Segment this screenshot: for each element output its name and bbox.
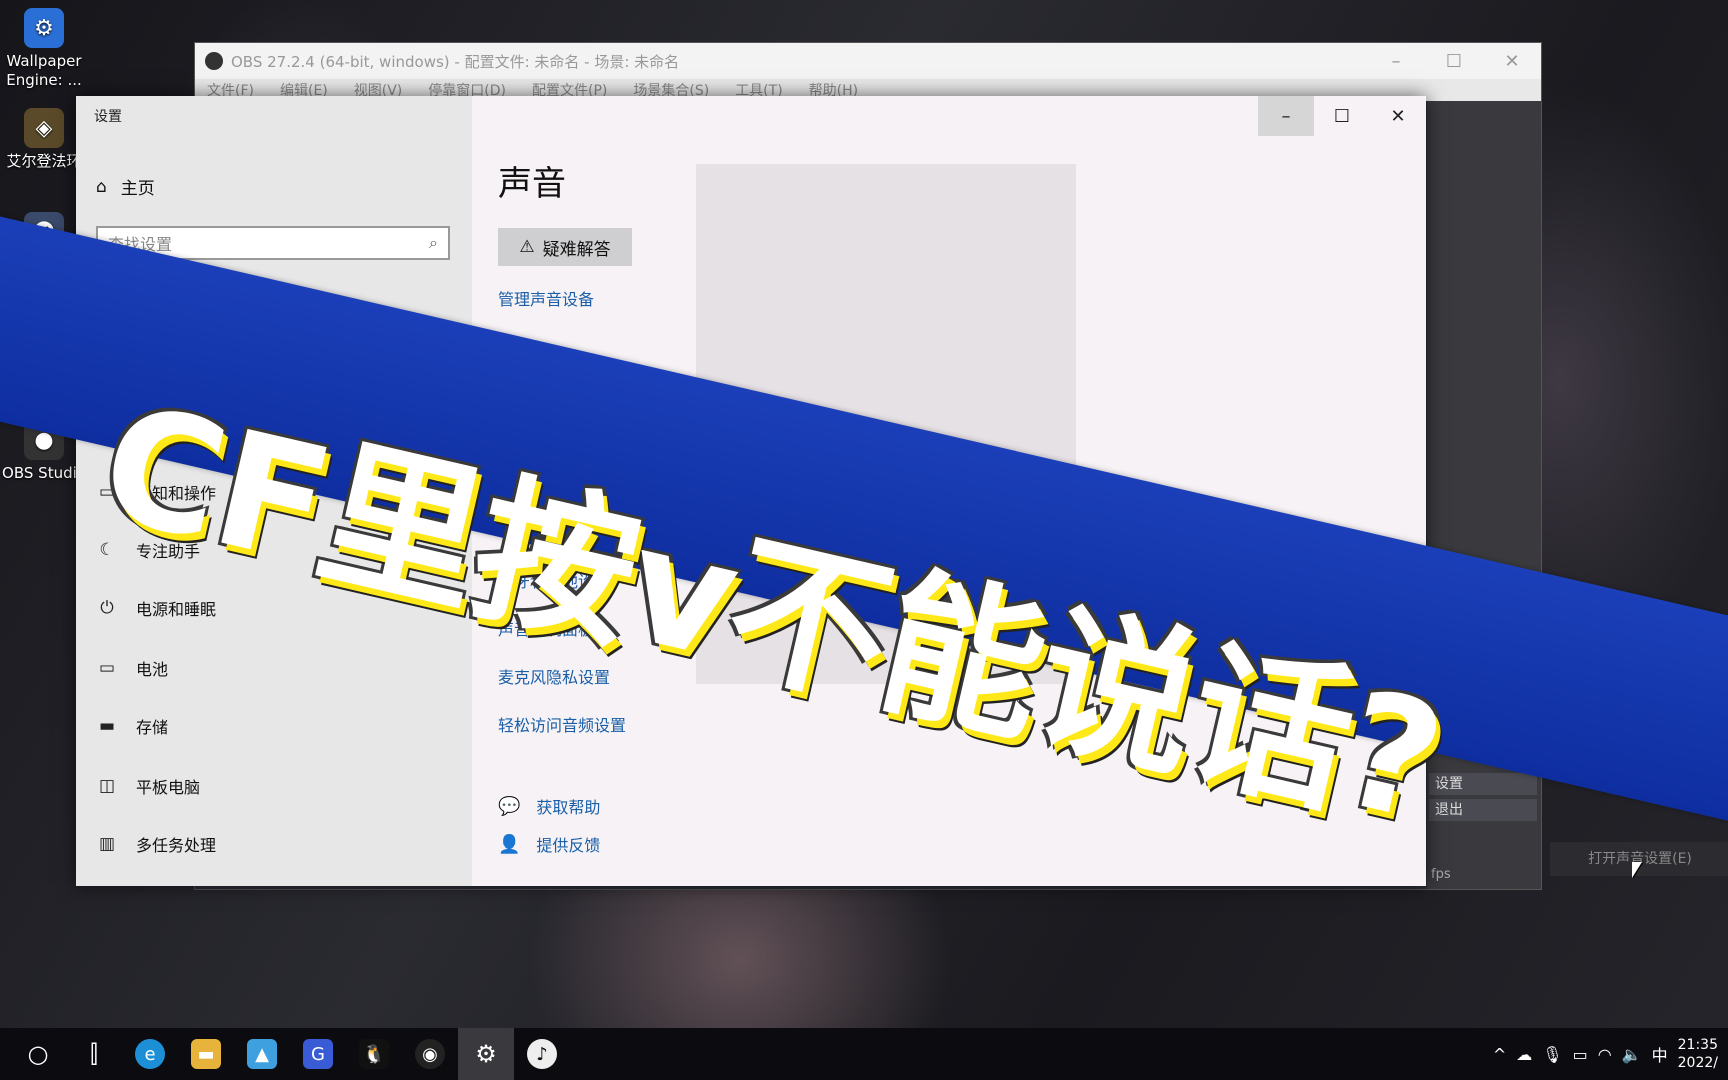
get-help-label: 获取帮助 [536,798,601,817]
system-tray: ^ ☁ 🎙 ▭ ◠ 🔈 中 21:35 2022/ [1493,1028,1718,1080]
troubleshoot-label: 疑难解答 [542,239,611,260]
obs-exit-button[interactable]: 退出 [1429,799,1537,821]
clock-time: 21:35 [1677,1037,1718,1053]
edge-icon[interactable]: e [122,1028,178,1080]
desktop-icon-elden-ring[interactable]: ◈ 艾尔登法环 [2,108,86,171]
nav-item-label: 电池 [136,660,169,679]
nav-item-storage[interactable]: ▬ 存储 [96,714,168,738]
elden-ring-icon: ◈ [24,108,64,148]
maximize-icon[interactable]: ☐ [1425,51,1483,72]
desktop-icon-wallpaper-engine[interactable]: ⚙ Wallpaper Engine: ... [2,8,86,90]
nav-home[interactable]: ⌂ 主页 [96,174,155,200]
nav-item-battery[interactable]: ▭ 电池 [96,656,168,680]
give-feedback-label: 提供反馈 [536,836,601,855]
settings-gear-icon[interactable]: ⚙ [458,1028,514,1080]
nav-item-label: 多任务处理 [136,836,217,855]
obs-logo-icon [205,52,223,70]
settings-window-title: 设置 [94,109,122,125]
obs-title-text: OBS 27.2.4 (64-bit, windows) - 配置文件: 未命名… [231,52,680,71]
desktop-icon-label: 艾尔登法环 [6,152,82,170]
chevron-up-icon[interactable]: ^ [1493,1045,1506,1064]
get-help-link[interactable]: 💬 获取帮助 [498,794,600,818]
troubleshoot-button[interactable]: ⚠ 疑难解答 [498,228,632,266]
feedback-icon: 👤 [498,833,521,855]
obs-titlebar: OBS 27.2.4 (64-bit, windows) - 配置文件: 未命名… [195,43,1541,79]
page-title: 声音 [498,164,566,204]
microphone-icon[interactable]: 🎙 [1542,1045,1562,1064]
home-icon: ⌂ [96,176,107,197]
taskbar: ○ ⫿ e ▬ ▲ G 🐧 ◉ ⚙ ♪ [0,1028,1728,1080]
start-icon[interactable] [0,1028,10,1080]
volume-icon[interactable]: 🔈 [1622,1045,1642,1064]
task-view-icon[interactable]: ⫿ [66,1028,122,1080]
music-icon[interactable]: ♪ [514,1028,570,1080]
nav-item-label: 平板电脑 [136,778,201,797]
file-explorer-icon[interactable]: ▬ [178,1028,234,1080]
qq-icon[interactable]: 🐧 [346,1028,402,1080]
warning-icon: ⚠ [519,237,535,257]
obs-tray-icon[interactable]: ◉ [402,1028,458,1080]
link-ease-of-access-audio[interactable]: 轻松访问音频设置 [498,712,626,736]
wifi-icon[interactable]: ◠ [1598,1045,1612,1064]
search-icon: ⌕ [429,233,438,252]
obs-fps-status: fps [1431,867,1451,882]
app-a-icon[interactable]: ▲ [234,1028,290,1080]
cloud-icon[interactable]: ☁ [1516,1045,1532,1064]
mouse-cursor-icon [1632,862,1642,878]
nav-item-multitasking[interactable]: ▥ 多任务处理 [96,832,216,856]
obs-settings-button[interactable]: 设置 [1429,773,1537,795]
help-chat-icon: 💬 [498,795,521,817]
clock-date: 2022/ [1677,1055,1718,1071]
nav-item-power-sleep[interactable]: ⏻ 电源和睡眠 [96,596,216,620]
desktop-icon-label: OBS Studio [2,464,86,482]
power-icon: ⏻ [100,598,114,618]
desktop-icon-label: Wallpaper Engine: ... [6,52,82,89]
multitask-icon: ▥ [98,834,116,854]
nav-home-label: 主页 [120,179,155,199]
give-feedback-link[interactable]: 👤 提供反馈 [498,832,600,856]
clock[interactable]: 21:35 2022/ [1678,1036,1718,1072]
battery-icon: ▭ [98,658,116,678]
tablet-icon: ◫ [98,776,116,796]
minimize-icon[interactable]: – [1367,51,1425,72]
link-manage-sound-devices[interactable]: 管理声音设备 [498,286,594,310]
ime-indicator[interactable]: 中 [1652,1042,1668,1066]
nav-item-tablet[interactable]: ◫ 平板电脑 [96,774,200,798]
wallpaper-engine-icon: ⚙ [24,8,64,48]
app-g-icon[interactable]: G [290,1028,346,1080]
search-circle-icon[interactable]: ○ [10,1028,66,1080]
nav-item-label: 电源和睡眠 [136,600,217,619]
nav-item-label: 存储 [136,718,169,737]
close-icon[interactable]: ✕ [1483,51,1541,72]
storage-icon: ▬ [98,716,116,736]
device-icon[interactable]: ▭ [1573,1045,1588,1064]
